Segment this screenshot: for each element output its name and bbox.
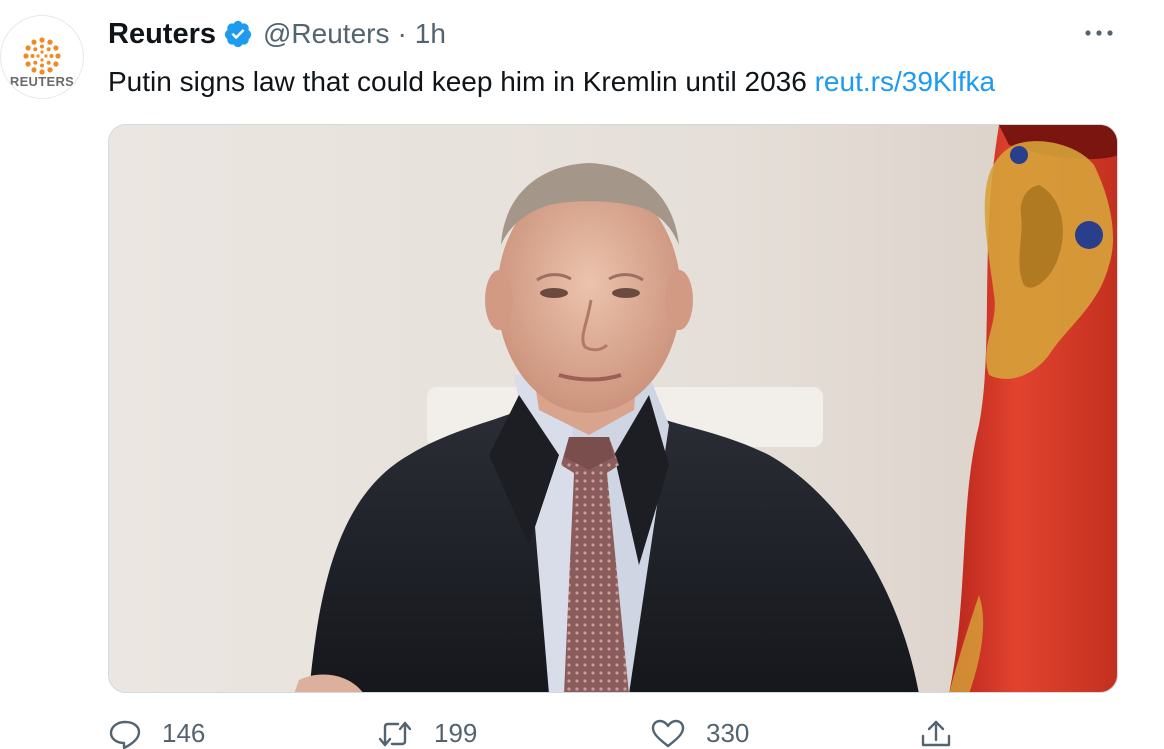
tweet-photo[interactable]	[108, 124, 1118, 693]
more-horizontal-icon	[1085, 30, 1113, 36]
reply-icon	[109, 720, 141, 749]
retweet-button[interactable]: 199	[376, 718, 477, 749]
separator-dot: ·	[397, 18, 407, 49]
like-count: 330	[706, 718, 750, 748]
reply-button[interactable]: 146	[108, 718, 205, 749]
photo-image	[109, 125, 1117, 692]
avatar-label: REUTERS	[9, 74, 75, 89]
tweet-body: Putin signs law that could keep him in K…	[108, 66, 807, 97]
heart-icon	[651, 719, 685, 747]
tweet-actions: 146 199 330	[108, 718, 1118, 749]
retweet-count: 199	[434, 718, 478, 748]
account-name[interactable]: Reuters	[108, 18, 216, 51]
like-button[interactable]: 330	[650, 718, 749, 749]
share-button[interactable]	[918, 718, 954, 748]
tweet-header: Reuters @Reuters · 1h	[108, 16, 446, 52]
tweet-link[interactable]: reut.rs/39Klfka	[815, 66, 996, 97]
tweet-text: Putin signs law that could keep him in K…	[108, 62, 995, 102]
more-options-button[interactable]	[1080, 19, 1120, 47]
verified-badge-icon	[224, 20, 252, 48]
reply-count: 146	[162, 718, 206, 748]
avatar[interactable]: REUTERS	[0, 15, 84, 99]
retweet-icon	[378, 721, 412, 746]
share-icon	[921, 720, 951, 747]
tweet-timestamp[interactable]: 1h	[415, 18, 446, 50]
account-handle[interactable]: @Reuters	[263, 18, 389, 50]
